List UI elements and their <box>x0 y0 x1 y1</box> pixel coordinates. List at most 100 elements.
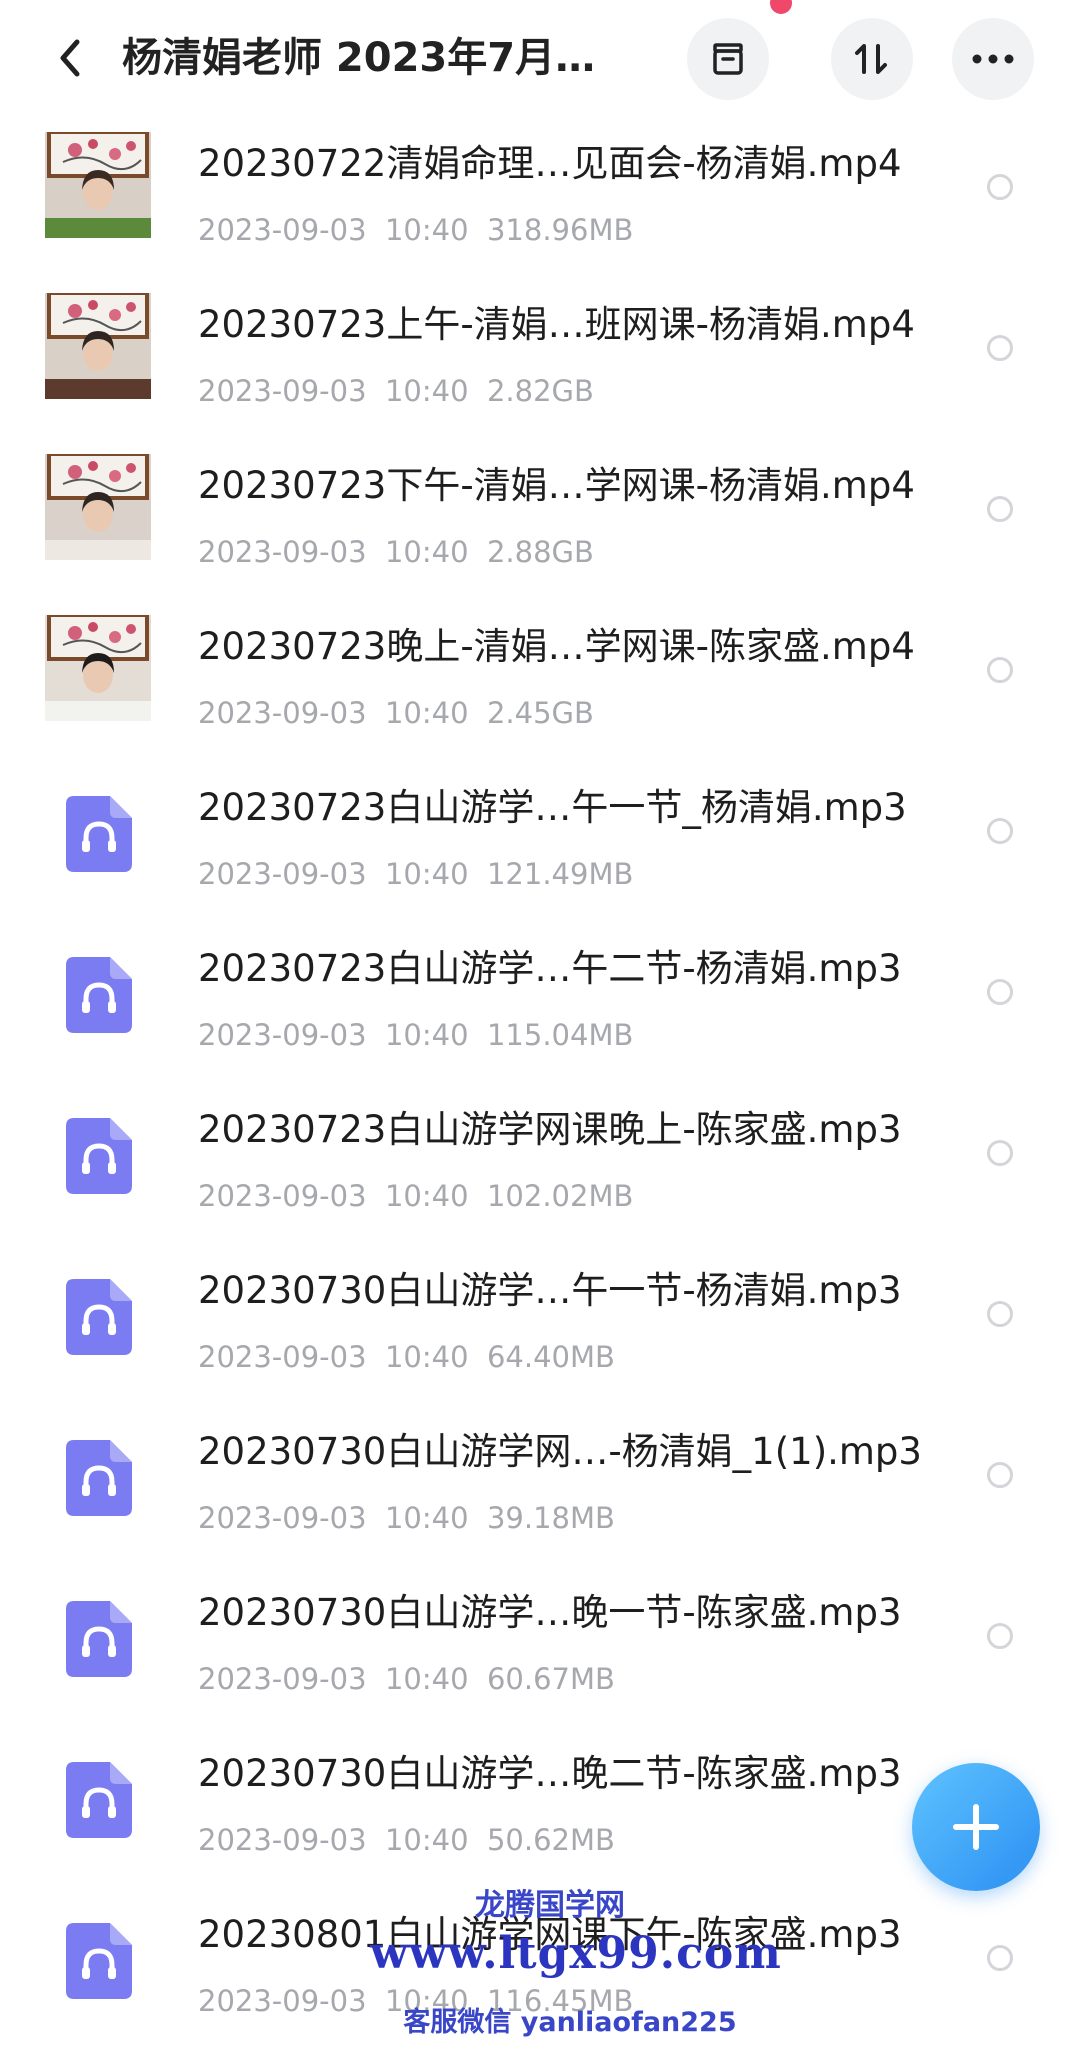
file-name: 20230723白山游学…午二节-杨清娟.mp3 <box>198 947 902 990</box>
audio-file-icon <box>66 1440 132 1516</box>
sort-icon <box>855 44 887 74</box>
file-row[interactable]: 20230723上午-清娟…班网课-杨清娟.mp4 2023-09-03 10:4… <box>0 279 1080 440</box>
chevron-left-icon <box>60 39 80 77</box>
file-size: 102.02MB <box>486 1179 634 1213</box>
file-name: 20230730白山游学…晚二节-陈家盛.mp3 <box>198 1752 902 1795</box>
page-title: 杨清娟老师 2023年7月… <box>122 35 596 81</box>
file-meta: 2023-09-03 10:40 64.40MB <box>198 1337 615 1377</box>
file-row[interactable]: 20230730白山游学…午一节-杨清娟.mp3 2023-09-03 10:40… <box>0 1245 1080 1406</box>
file-size: 64.40MB <box>486 1340 615 1374</box>
file-name: 20230730白山游学…晚一节-陈家盛.mp3 <box>198 1591 902 1634</box>
file-date: 2023-09-03 10:40 <box>198 1179 469 1213</box>
file-row[interactable]: 20230723下午-清娟…学网课-杨清娟.mp4 2023-09-03 10:4… <box>0 440 1080 601</box>
file-meta: 2023-09-03 10:40 39.18MB <box>198 1498 615 1538</box>
select-radio[interactable] <box>987 1301 1013 1327</box>
meta-spacer <box>469 1179 487 1213</box>
more-button[interactable] <box>952 18 1034 100</box>
meta-spacer <box>469 696 487 730</box>
meta-spacer <box>469 1018 487 1052</box>
audio-file-icon <box>66 1762 132 1838</box>
file-row[interactable]: 20230723白山游学…午二节-杨清娟.mp3 2023-09-03 10:40… <box>0 923 1080 1084</box>
file-date: 2023-09-03 10:40 <box>198 696 469 730</box>
file-row[interactable]: 20230722清娟命理…见面会-杨清娟.mp4 2023-09-03 10:40… <box>0 118 1080 279</box>
file-row[interactable]: 20230723晚上-清娟…学网课-陈家盛.mp4 2023-09-03 10:4… <box>0 601 1080 762</box>
file-name: 20230730白山游学…午一节-杨清娟.mp3 <box>198 1269 902 1312</box>
select-radio[interactable] <box>987 818 1013 844</box>
file-meta: 2023-09-03 10:40 2.82GB <box>198 371 594 411</box>
file-date: 2023-09-03 10:40 <box>198 535 469 569</box>
file-date: 2023-09-03 10:40 <box>198 213 469 247</box>
back-button[interactable] <box>40 28 100 88</box>
file-meta: 2023-09-03 10:40 60.67MB <box>198 1659 615 1699</box>
audio-file-icon <box>66 1279 132 1355</box>
file-meta: 2023-09-03 10:40 2.88GB <box>198 532 594 572</box>
meta-spacer <box>469 535 487 569</box>
file-size: 2.82GB <box>486 374 594 408</box>
plus-icon <box>953 1804 999 1850</box>
file-name: 20230723晚上-清娟…学网课-陈家盛.mp4 <box>198 625 915 668</box>
file-size: 50.62MB <box>486 1823 615 1857</box>
file-meta: 2023-09-03 10:40 115.04MB <box>198 1015 633 1055</box>
archive-button[interactable] <box>687 18 769 100</box>
file-size: 2.45GB <box>486 696 594 730</box>
add-button[interactable] <box>912 1763 1040 1891</box>
file-size: 60.67MB <box>486 1662 615 1696</box>
meta-spacer <box>469 1823 487 1857</box>
meta-spacer <box>469 1340 487 1374</box>
file-row[interactable]: 20230730白山游学…晚一节-陈家盛.mp3 2023-09-03 10:40… <box>0 1567 1080 1728</box>
file-date: 2023-09-03 10:40 <box>198 857 469 891</box>
select-radio[interactable] <box>987 496 1013 522</box>
select-radio[interactable] <box>987 657 1013 683</box>
audio-file-icon <box>66 796 132 872</box>
sort-button[interactable] <box>831 18 913 100</box>
meta-spacer <box>469 1662 487 1696</box>
select-radio[interactable] <box>987 979 1013 1005</box>
notification-dot <box>770 0 792 14</box>
file-date: 2023-09-03 10:40 <box>198 1501 469 1535</box>
watermark-site-name: 龙腾国学网 <box>475 1888 625 1923</box>
file-name: 20230722清娟命理…见面会-杨清娟.mp4 <box>198 142 902 185</box>
audio-file-icon <box>66 957 132 1033</box>
video-thumbnail <box>45 615 151 721</box>
select-radio[interactable] <box>987 335 1013 361</box>
file-date: 2023-09-03 10:40 <box>198 1662 469 1696</box>
audio-file-icon <box>66 1601 132 1677</box>
file-size: 121.49MB <box>486 857 634 891</box>
file-meta: 2023-09-03 10:40 2.45GB <box>198 693 594 733</box>
file-row[interactable]: 20230730白山游学网…-杨清娟_1(1).mp3 2023-09-03 10… <box>0 1406 1080 1567</box>
file-meta: 2023-09-03 10:40 102.02MB <box>198 1176 633 1216</box>
meta-spacer <box>469 213 487 247</box>
file-date: 2023-09-03 10:40 <box>198 1340 469 1374</box>
top-bar: 杨清娟老师 2023年7月… <box>0 0 1080 118</box>
file-name: 20230730白山游学网…-杨清娟_1(1).mp3 <box>198 1430 922 1473</box>
file-size: 318.96MB <box>486 213 634 247</box>
video-thumbnail <box>45 132 151 238</box>
audio-file-icon <box>66 1923 132 1999</box>
file-name: 20230723上午-清娟…班网课-杨清娟.mp4 <box>198 303 915 346</box>
select-radio[interactable] <box>987 1140 1013 1166</box>
video-thumbnail <box>45 293 151 399</box>
select-radio[interactable] <box>987 1462 1013 1488</box>
select-radio[interactable] <box>987 174 1013 200</box>
file-row[interactable]: 20230723白山游学…午一节_杨清娟.mp3 2023-09-03 10:40… <box>0 762 1080 923</box>
more-icon <box>972 54 1014 64</box>
file-size: 115.04MB <box>486 1018 634 1052</box>
archive-icon <box>713 43 743 75</box>
file-row[interactable]: 20230723白山游学网课晚上-陈家盛.mp3 2023-09-03 10:40… <box>0 1084 1080 1245</box>
video-thumbnail <box>45 454 151 560</box>
audio-file-icon <box>66 1118 132 1194</box>
watermark-contact: 客服微信 yanliaofan225 <box>403 2007 737 2038</box>
watermark-url: www.ltgx99.com <box>370 1928 782 1979</box>
select-radio[interactable] <box>987 1623 1013 1649</box>
file-date: 2023-09-03 10:40 <box>198 374 469 408</box>
meta-spacer <box>469 857 487 891</box>
file-size: 2.88GB <box>486 535 594 569</box>
file-list: 20230722清娟命理…见面会-杨清娟.mp4 2023-09-03 10:40… <box>0 118 1080 2050</box>
file-meta: 2023-09-03 10:40 318.96MB <box>198 210 633 250</box>
meta-spacer <box>469 1501 487 1535</box>
file-size: 39.18MB <box>486 1501 615 1535</box>
file-name: 20230723下午-清娟…学网课-杨清娟.mp4 <box>198 464 915 507</box>
select-radio[interactable] <box>987 1945 1013 1971</box>
file-meta: 2023-09-03 10:40 121.49MB <box>198 854 633 894</box>
file-name: 20230723白山游学网课晚上-陈家盛.mp3 <box>198 1108 902 1151</box>
